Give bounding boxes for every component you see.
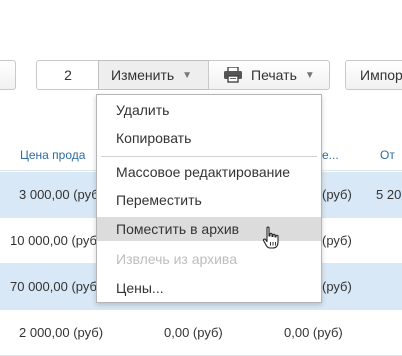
selected-count-field: 2	[36, 60, 100, 90]
value-cell: (руб)	[322, 233, 352, 248]
selected-count-value: 2	[64, 67, 72, 83]
table-row[interactable]: 2 000,00 (руб) 0,00 (руб) 0,00 (руб)	[0, 310, 402, 356]
value-cell: 0,00 (руб)	[164, 325, 223, 340]
menu-item-bulk-edit[interactable]: Массовое редактирование	[97, 160, 321, 184]
change-button-label: Изменить	[111, 67, 175, 83]
price-cell: 2 000,00 (руб)	[19, 325, 104, 340]
column-header-from[interactable]: От	[380, 148, 395, 162]
price-cell: 10 000,00 (руб)	[10, 233, 102, 248]
value-cell: 5 20	[376, 187, 402, 202]
menu-item-delete[interactable]: Удалить	[97, 98, 321, 122]
change-dropdown-menu: Удалить Копировать Массовое редактирован…	[96, 94, 322, 303]
column-header-sale-price[interactable]: Цена прода	[20, 148, 85, 162]
caret-down-icon: ▼	[182, 69, 193, 81]
value-cell: 0,00 (руб)	[284, 325, 343, 340]
print-button[interactable]: Печать ▼	[208, 60, 330, 90]
import-button[interactable]: Импор	[345, 60, 402, 90]
column-header-partial[interactable]: е...	[322, 148, 339, 162]
menu-item-prices[interactable]: Цены...	[97, 276, 321, 300]
value-cell: (руб)	[322, 279, 352, 294]
menu-item-unarchive: Извлечь из архива	[116, 251, 237, 267]
import-button-label: Импор	[360, 67, 402, 83]
partial-left-button[interactable]	[0, 60, 16, 90]
menu-item-copy[interactable]: Копировать	[97, 126, 321, 150]
menu-divider	[101, 156, 317, 157]
menu-item-archive[interactable]: Поместить в архив	[97, 217, 321, 241]
hand-pointer-icon	[262, 226, 279, 249]
caret-down-icon: ▼	[304, 69, 315, 81]
menu-item-move[interactable]: Переместить	[97, 188, 321, 212]
value-cell: (руб)	[322, 187, 352, 202]
print-button-label: Печать	[251, 67, 297, 83]
price-cell: 3 000,00 (руб)	[19, 187, 104, 202]
printer-icon	[224, 67, 242, 83]
change-button[interactable]: Изменить ▼	[98, 60, 210, 90]
price-cell: 70 000,00 (руб)	[10, 279, 102, 294]
